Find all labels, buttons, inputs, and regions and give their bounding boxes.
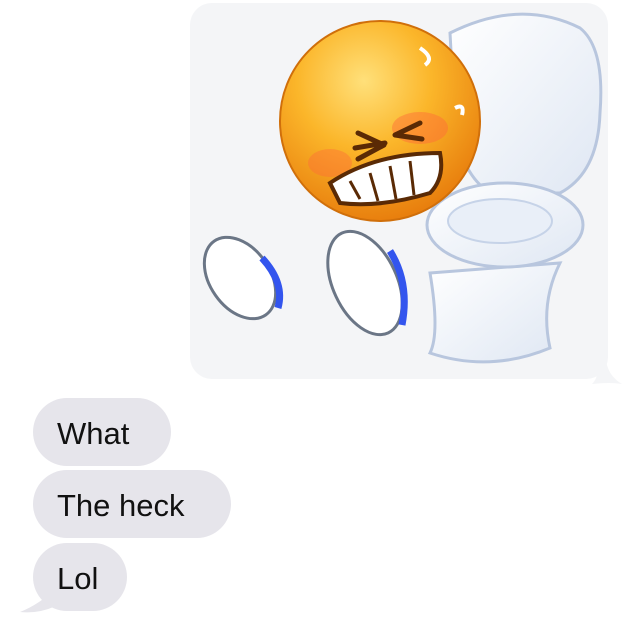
message-text: What [57, 416, 130, 451]
sent-bubble-tail [592, 360, 622, 384]
message-bubble-what[interactable]: What [33, 398, 171, 466]
message-text: Lol [57, 561, 99, 596]
message-text: The heck [57, 488, 185, 523]
emoji-on-toilet-image [202, 12, 603, 364]
received-bubble-tail [20, 588, 56, 613]
image-message[interactable] [190, 3, 608, 379]
message-bubble-the-heck[interactable]: The heck [33, 470, 231, 538]
